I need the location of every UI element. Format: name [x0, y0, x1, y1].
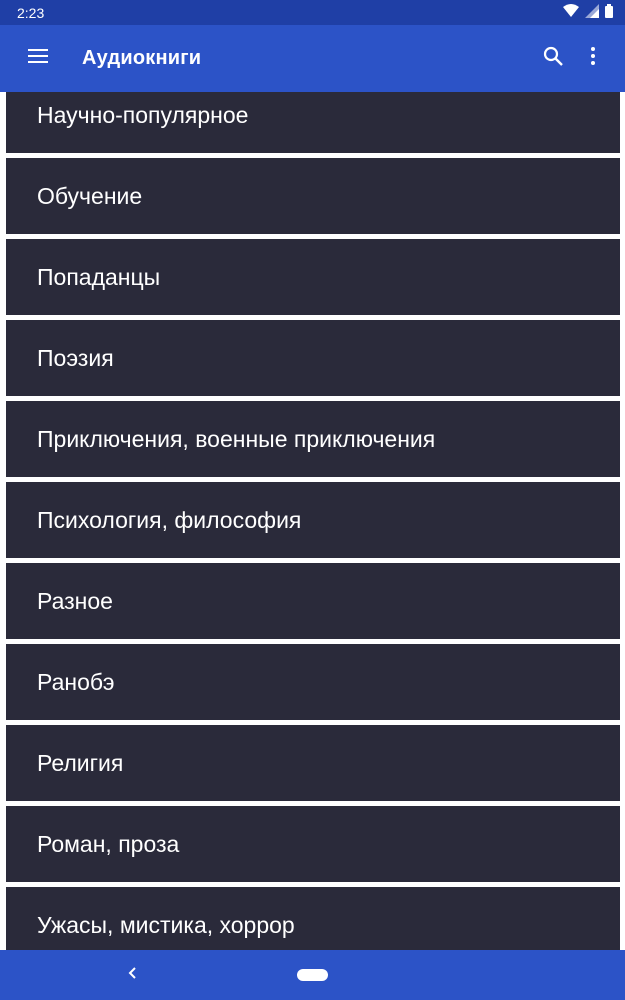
genre-list-item[interactable]: Разное: [6, 563, 620, 639]
status-time: 2:23: [17, 4, 45, 21]
genre-list-content: Научно-популярное Обучение Попаданцы Поэзия…: [0, 92, 625, 950]
genre-list-item[interactable]: Попаданцы: [6, 239, 620, 315]
genre-label: Разное: [37, 587, 113, 614]
genre-label: Обучение: [37, 182, 143, 209]
status-bar: 2:23: [0, 0, 625, 25]
genre-list-item[interactable]: Обучение: [6, 158, 620, 234]
genre-list-item[interactable]: Научно-популярное: [6, 92, 620, 153]
genre-label: Религия: [37, 749, 124, 776]
app-bar-actions: [533, 39, 613, 79]
menu-button[interactable]: [18, 39, 58, 79]
signal-icon: [585, 4, 599, 21]
overflow-menu-button[interactable]: [573, 39, 613, 79]
genre-list-item[interactable]: Психология, философия: [6, 482, 620, 558]
genre-list-item[interactable]: Поэзия: [6, 320, 620, 396]
battery-icon: [605, 4, 613, 21]
genre-list[interactable]: Научно-популярное Обучение Попаданцы Поэзия…: [0, 92, 625, 950]
genre-label: Ужасы, мистика, хоррор: [37, 911, 295, 938]
back-button[interactable]: [120, 963, 144, 987]
page-title: Аудиокниги: [82, 47, 202, 69]
genre-label: Поэзия: [37, 344, 114, 371]
genre-list-item[interactable]: Приключения, военные приключения: [6, 401, 620, 477]
genre-label: Психология, философия: [37, 506, 302, 533]
genre-label: Попаданцы: [37, 263, 161, 290]
genre-list-item[interactable]: Ранобэ: [6, 644, 620, 720]
genre-list-item[interactable]: Религия: [6, 725, 620, 801]
search-icon: [543, 46, 563, 71]
status-icons: [563, 4, 613, 21]
genre-list-item[interactable]: Роман, проза: [6, 806, 620, 882]
genre-label: Научно-популярное: [37, 101, 249, 128]
back-chevron-icon: [127, 966, 137, 985]
search-button[interactable]: [533, 39, 573, 79]
genre-list-item[interactable]: Ужасы, мистика, хоррор: [6, 887, 620, 950]
genre-label: Приключения, военные приключения: [37, 425, 436, 452]
navigation-bar: [0, 950, 625, 1000]
genre-label: Ранобэ: [37, 668, 115, 695]
wifi-icon: [563, 4, 579, 21]
more-vertical-icon: [590, 47, 596, 70]
genre-label: Роман, проза: [37, 830, 180, 857]
hamburger-menu-icon: [28, 49, 48, 68]
home-button[interactable]: [297, 969, 328, 981]
app-bar: Аудиокниги: [0, 25, 625, 92]
